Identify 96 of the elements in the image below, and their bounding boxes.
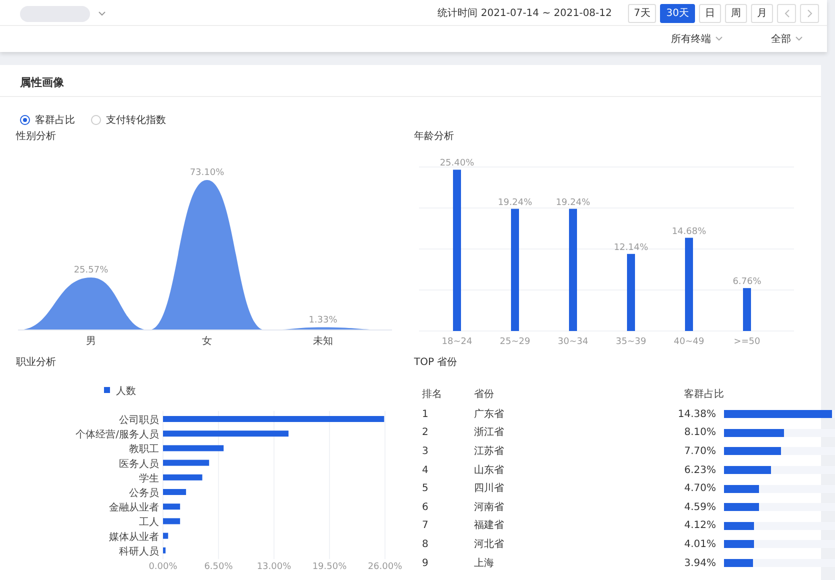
- table-cell-text: 上海: [474, 556, 495, 571]
- axis-label: 35~39: [616, 337, 646, 347]
- table-cell: 3.94%: [684, 558, 716, 569]
- table-cell-text: 1: [422, 408, 430, 422]
- axis-label: 科研人员: [119, 546, 159, 558]
- chart-bar: [163, 489, 186, 495]
- chart-bar: [163, 532, 168, 539]
- table-cell-text: 7: [422, 519, 430, 534]
- column-header: 客群占比: [684, 388, 724, 400]
- table-cell-text: 浙江省: [474, 426, 505, 440]
- category-label: 女: [202, 336, 212, 347]
- chart-bar: [743, 288, 751, 331]
- table-cell: 14.38%: [678, 408, 716, 420]
- table-cell-text: 福建省: [474, 518, 505, 534]
- chart-title: 年龄分析: [414, 131, 454, 142]
- radio-option[interactable]: 支付转化指数: [91, 111, 166, 129]
- axis-label: 0.00%: [148, 562, 178, 571]
- data-label: 12.14%: [614, 242, 648, 253]
- chart-bar: [163, 504, 180, 510]
- previous-button[interactable]: [777, 4, 796, 23]
- table-cell-text: 河北省: [474, 538, 505, 552]
- column-header: 排名: [422, 388, 443, 402]
- chevron-right-icon: [806, 9, 812, 18]
- axis-label: 26.00%: [368, 562, 402, 571]
- axis-label: 媒体从业者: [109, 532, 159, 543]
- chevron-left-icon: [784, 9, 790, 18]
- section-title: 属性画像: [20, 76, 64, 89]
- axis-label: 25~29: [500, 337, 530, 347]
- category-label: 未知: [313, 336, 333, 347]
- chevron-down-icon: [795, 36, 803, 42]
- axis-label: 40~49: [674, 337, 704, 347]
- date-range-label: 统计时间 2021-07-14 ~ 2021-08-12: [438, 6, 612, 21]
- axis-label: >=50: [734, 337, 760, 347]
- chart-bar: [163, 518, 180, 524]
- table-cell-text: 3: [422, 444, 430, 459]
- table-cell-text: 江苏省: [474, 444, 505, 459]
- table-cell: 4.01%: [684, 538, 716, 550]
- chevron-down-icon: [98, 10, 106, 16]
- axis-label: 医务人员: [119, 458, 159, 470]
- table-cell: 4.12%: [684, 520, 716, 532]
- table-cell-text: 5: [422, 482, 430, 496]
- axis-label: 工人: [139, 517, 159, 528]
- axis-label: 学生: [139, 473, 159, 484]
- data-label: 19.24%: [556, 198, 590, 208]
- table-cell-text: 山东省: [474, 464, 505, 478]
- table-cell-text: 4: [422, 464, 430, 478]
- axis-label: 公司职员: [119, 415, 159, 426]
- data-label: 25.57%: [74, 266, 108, 276]
- table-cell: 4.59%: [684, 502, 716, 513]
- range-tab[interactable]: 周: [725, 4, 747, 23]
- table-cell-text: 四川省: [474, 482, 505, 496]
- table-cell: 6.23%: [684, 464, 716, 476]
- table-cell: 8.10%: [684, 427, 716, 438]
- table-title: TOP 省份: [414, 357, 458, 368]
- category-label: 男: [86, 336, 96, 347]
- data-label: 25.40%: [440, 158, 474, 169]
- next-button[interactable]: [800, 4, 819, 23]
- table-cell-text: 6: [422, 500, 430, 515]
- filter-dropdown[interactable]: 全部: [771, 32, 803, 46]
- radio-option[interactable]: 客群占比: [20, 111, 75, 129]
- axis-label: 公务员: [129, 488, 159, 499]
- chart-title: 性别分析: [16, 131, 56, 142]
- chart-bar: [163, 547, 166, 554]
- axis-label: 19.50%: [312, 562, 347, 571]
- chart-bar: [163, 445, 224, 452]
- table-cell-text: 河南省: [474, 500, 505, 515]
- axis-label: 金融从业者: [109, 502, 159, 514]
- axis-label: 6.50%: [204, 562, 233, 571]
- data-label: 14.68%: [672, 226, 706, 237]
- chevron-down-icon: [715, 36, 723, 42]
- axis-label: 教职工: [129, 444, 159, 456]
- table-cell-text: 8: [422, 538, 430, 552]
- axis-label: 个体经营/服务人员: [76, 430, 159, 441]
- range-tab[interactable]: 月: [751, 4, 773, 23]
- axis-label: 18~24: [442, 337, 472, 347]
- column-header: 省份: [474, 388, 495, 402]
- filter-dropdown[interactable]: 所有终端: [671, 32, 723, 46]
- range-tab[interactable]: 30天: [660, 4, 695, 23]
- chart-bar: [163, 460, 210, 466]
- table-cell-text: 广东省: [474, 408, 505, 422]
- data-label: 6.76%: [732, 277, 762, 288]
- table-cell-text: 2: [422, 426, 430, 440]
- chart-title: 职业分析: [16, 357, 56, 368]
- table-cell-text: 9: [422, 556, 430, 571]
- legend-swatch: [104, 387, 110, 393]
- legend-label: 人数: [116, 386, 136, 397]
- table-cell: 4.70%: [684, 483, 716, 494]
- chart-bar: [163, 474, 202, 480]
- axis-label: 13.00%: [256, 562, 292, 571]
- data-label: 73.10%: [190, 168, 224, 178]
- axis-label: 30~34: [558, 337, 588, 347]
- range-tab[interactable]: 日: [699, 4, 721, 23]
- table-cell: 7.70%: [684, 446, 716, 457]
- data-label: 19.24%: [498, 198, 532, 208]
- data-label: 1.33%: [308, 315, 338, 326]
- range-tab[interactable]: 7天: [628, 4, 656, 23]
